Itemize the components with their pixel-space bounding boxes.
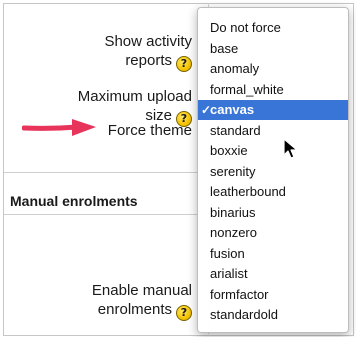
dropdown-option-label: canvas	[210, 102, 255, 117]
show-activity-reports-label: Show activity reports?	[22, 13, 192, 72]
dropdown-option-leatherbound[interactable]: leatherbound	[198, 182, 348, 202]
dropdown-option-label: formal_white	[210, 81, 284, 97]
dropdown-option-label: nonzero	[210, 225, 257, 240]
dropdown-option-label: fusion	[210, 245, 245, 261]
dropdown-option-binarius[interactable]: binarius	[198, 203, 348, 223]
dropdown-option-label: leatherbound	[210, 184, 286, 199]
mouse-cursor-icon	[283, 138, 298, 159]
dropdown-option-label: base	[210, 40, 239, 56]
section-divider	[4, 214, 208, 215]
dropdown-option-standardold[interactable]: standardold	[198, 305, 348, 325]
enable-manual-enrolments-label: Enable manual enrolments?	[22, 262, 192, 321]
force-theme-label: Force theme	[22, 121, 192, 140]
dropdown-option-label: serenity	[210, 163, 256, 179]
dropdown-option-label: binarius	[210, 204, 256, 220]
dropdown-option-nonzero[interactable]: nonzero	[198, 223, 348, 243]
dropdown-option-arialist[interactable]: arialist	[198, 264, 348, 284]
dropdown-option-label: arialist	[210, 266, 248, 281]
section-divider	[4, 172, 208, 173]
dropdown-option-canvas[interactable]: ✓ canvas	[198, 100, 348, 120]
dropdown-option-standard[interactable]: standard	[198, 121, 348, 141]
force-theme-text: Force theme	[107, 122, 192, 139]
dropdown-option-formfactor[interactable]: formfactor	[198, 285, 348, 305]
dropdown-option-label: standard	[210, 122, 261, 138]
force-theme-dropdown[interactable]: Do not force base anomaly formal_white ✓ canv…	[197, 7, 349, 333]
dropdown-option-label: standardold	[210, 307, 278, 322]
dropdown-option-serenity[interactable]: serenity	[198, 162, 348, 182]
dropdown-option-label: anomaly	[210, 61, 260, 76]
dropdown-option-anomaly[interactable]: anomaly	[198, 59, 348, 79]
manual-enrolments-heading: Manual enrolments	[10, 193, 138, 209]
dropdown-option-formal-white[interactable]: formal_white	[198, 80, 348, 100]
help-icon[interactable]: ?	[176, 305, 192, 321]
dropdown-option-boxxie[interactable]: boxxie	[198, 141, 348, 161]
dropdown-option-fusion[interactable]: fusion	[198, 244, 348, 264]
dropdown-option-do-not-force[interactable]: Do not force	[198, 18, 348, 38]
dropdown-option-base[interactable]: base	[198, 39, 348, 59]
checkmark-icon: ✓	[201, 103, 212, 117]
dropdown-option-label: boxxie	[210, 143, 248, 158]
dropdown-option-label: formfactor	[210, 286, 269, 302]
dropdown-option-label: Do not force	[210, 20, 281, 35]
